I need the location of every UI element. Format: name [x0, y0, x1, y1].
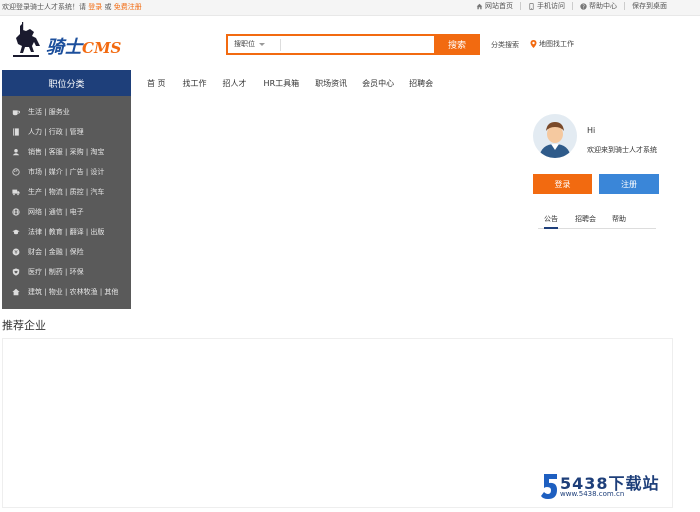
headset-icon — [12, 149, 20, 156]
truck-icon — [12, 189, 20, 196]
sidebar-item-finance[interactable]: ¥ 财会 | 金融 | 保险 — [2, 245, 131, 259]
map-search-label: 地图找工作 — [539, 40, 574, 48]
logo-text-main: 骑士 — [46, 37, 82, 58]
watermark-logo-icon — [541, 474, 557, 499]
greeting-hi: Hi — [587, 126, 596, 135]
sidebar-item-label: 人力 | 行政 | 管理 — [28, 128, 84, 136]
help-link[interactable]: ? 帮助中心 — [573, 1, 624, 11]
yen-coin-icon: ¥ — [12, 248, 20, 256]
book-icon — [13, 128, 19, 136]
sidebar-item-service[interactable]: 生活 | 服务业 — [2, 105, 131, 119]
nav-career-news[interactable]: 职场资讯 — [315, 78, 347, 89]
sidebar-item-network[interactable]: 网络 | 通信 | 电子 — [2, 205, 131, 219]
sidebar-item-education[interactable]: 法律 | 教育 | 翻译 | 出版 — [2, 225, 131, 239]
search-input[interactable] — [284, 38, 438, 54]
help-link-label: 帮助中心 — [589, 2, 617, 10]
palette-icon — [12, 168, 20, 176]
nav-home[interactable]: 首 页 — [147, 78, 166, 89]
home-icon — [476, 3, 483, 9]
login-link[interactable]: 登录 — [88, 3, 102, 11]
top-links: 网站首页 手机访问 ? 帮助中心 保存到桌面 — [469, 1, 674, 11]
nav-job-fair[interactable]: 招聘会 — [409, 78, 433, 89]
logo-text-cms: CMS — [82, 39, 122, 57]
graduation-cap-icon — [12, 229, 20, 235]
tab-help[interactable]: 帮助 — [612, 214, 626, 224]
save-desktop-label: 保存到桌面 — [632, 2, 667, 10]
search-box: 搜职位 搜索 — [226, 34, 480, 55]
home-link[interactable]: 网站首页 — [469, 1, 520, 11]
recommended-companies-title: 推荐企业 — [2, 319, 46, 332]
info-tabs: 公告 招聘会 帮助 — [538, 210, 656, 229]
mobile-link[interactable]: 手机访问 — [521, 1, 572, 11]
job-category-sidebar: 职位分类 生活 | 服务业 人力 | 行政 | 管理 销售 | 客服 | 采购 … — [2, 70, 131, 309]
sidebar-item-label: 销售 | 客服 | 采购 | 淘宝 — [28, 148, 105, 156]
tab-announcement[interactable]: 公告 — [544, 214, 558, 229]
login-button[interactable]: 登录 — [533, 174, 592, 194]
svg-text:?: ? — [582, 4, 585, 10]
save-desktop-link[interactable]: 保存到桌面 — [625, 1, 674, 11]
sidebar-item-label: 生活 | 服务业 — [28, 108, 70, 116]
sidebar-item-label: 市场 | 媒介 | 广告 | 设计 — [28, 168, 105, 176]
chevron-down-icon — [259, 42, 265, 46]
watermark: 5438下载站 www.5438.com.cn — [540, 468, 690, 508]
search-type-select[interactable]: 搜职位 — [234, 39, 265, 49]
search-type-label: 搜职位 — [234, 40, 255, 48]
welcome-bar: 欢迎登录骑士人才系统！请 登录 或 免费注册 — [2, 2, 142, 12]
sidebar-item-production[interactable]: 生产 | 物流 | 质控 | 汽车 — [2, 185, 131, 199]
sidebar-item-construction[interactable]: 建筑 | 物业 | 农林牧渔 | 其他 — [2, 285, 131, 299]
divider — [280, 39, 281, 51]
search-button[interactable]: 搜索 — [434, 34, 480, 55]
main-nav: 首 页 找工作 招人才 HR工具箱 职场资讯 会员中心 招聘会 — [138, 78, 433, 89]
nav-find-job[interactable]: 找工作 — [183, 78, 207, 89]
sidebar-item-label: 生产 | 物流 | 质控 | 汽车 — [28, 188, 105, 196]
welcome-text: 欢迎登录骑士人才系统！请 — [2, 3, 86, 11]
welcome-message: 欢迎来到骑士人才系统 — [587, 146, 657, 154]
sidebar-item-label: 网络 | 通信 | 电子 — [28, 208, 84, 216]
sidebar-item-label: 医疗 | 制药 | 环保 — [28, 268, 84, 276]
svg-text:¥: ¥ — [14, 250, 18, 256]
user-avatar-icon — [533, 114, 577, 158]
mobile-link-label: 手机访问 — [537, 2, 565, 10]
map-search-link[interactable]: 地图找工作 — [530, 39, 574, 49]
top-bar: 欢迎登录骑士人才系统！请 登录 或 免费注册 网站首页 手机访问 ? 帮助中心 … — [0, 0, 700, 16]
category-search-link[interactable]: 分类搜索 — [491, 40, 519, 50]
home-link-label: 网站首页 — [485, 2, 513, 10]
sidebar-item-marketing[interactable]: 市场 | 媒介 | 广告 | 设计 — [2, 165, 131, 179]
nav-member-center[interactable]: 会员中心 — [362, 78, 394, 89]
avatar — [533, 114, 577, 158]
watermark-url: www.5438.com.cn — [560, 490, 625, 498]
sidebar-header: 职位分类 — [2, 70, 131, 96]
help-icon: ? — [580, 2, 587, 10]
coffee-icon — [12, 110, 20, 116]
or-text: 或 — [104, 3, 112, 11]
site-logo[interactable]: 骑士CMS — [10, 22, 130, 64]
sidebar-item-label: 建筑 | 物业 | 农林牧渔 | 其他 — [28, 288, 119, 296]
home-icon — [12, 288, 20, 296]
sidebar-item-label: 财会 | 金融 | 保险 — [28, 248, 84, 256]
register-button[interactable]: 注册 — [599, 174, 659, 194]
register-link[interactable]: 免费注册 — [114, 3, 142, 11]
location-pin-icon — [530, 40, 537, 48]
nav-hr-tools[interactable]: HR工具箱 — [264, 78, 300, 89]
nav-find-talent[interactable]: 招人才 — [223, 78, 247, 89]
sidebar-item-sales[interactable]: 销售 | 客服 | 采购 | 淘宝 — [2, 145, 131, 159]
mobile-icon — [529, 2, 534, 10]
knight-horse-icon — [13, 22, 40, 57]
logo-text: 骑士CMS — [46, 33, 121, 59]
sidebar-item-medical[interactable]: 医疗 | 制药 | 环保 — [2, 265, 131, 279]
sidebar-item-hr[interactable]: 人力 | 行政 | 管理 — [2, 125, 131, 139]
globe-icon — [12, 208, 20, 216]
tab-job-fair[interactable]: 招聘会 — [575, 214, 596, 224]
shield-heart-icon — [12, 268, 20, 276]
sidebar-item-label: 法律 | 教育 | 翻译 | 出版 — [28, 228, 105, 236]
